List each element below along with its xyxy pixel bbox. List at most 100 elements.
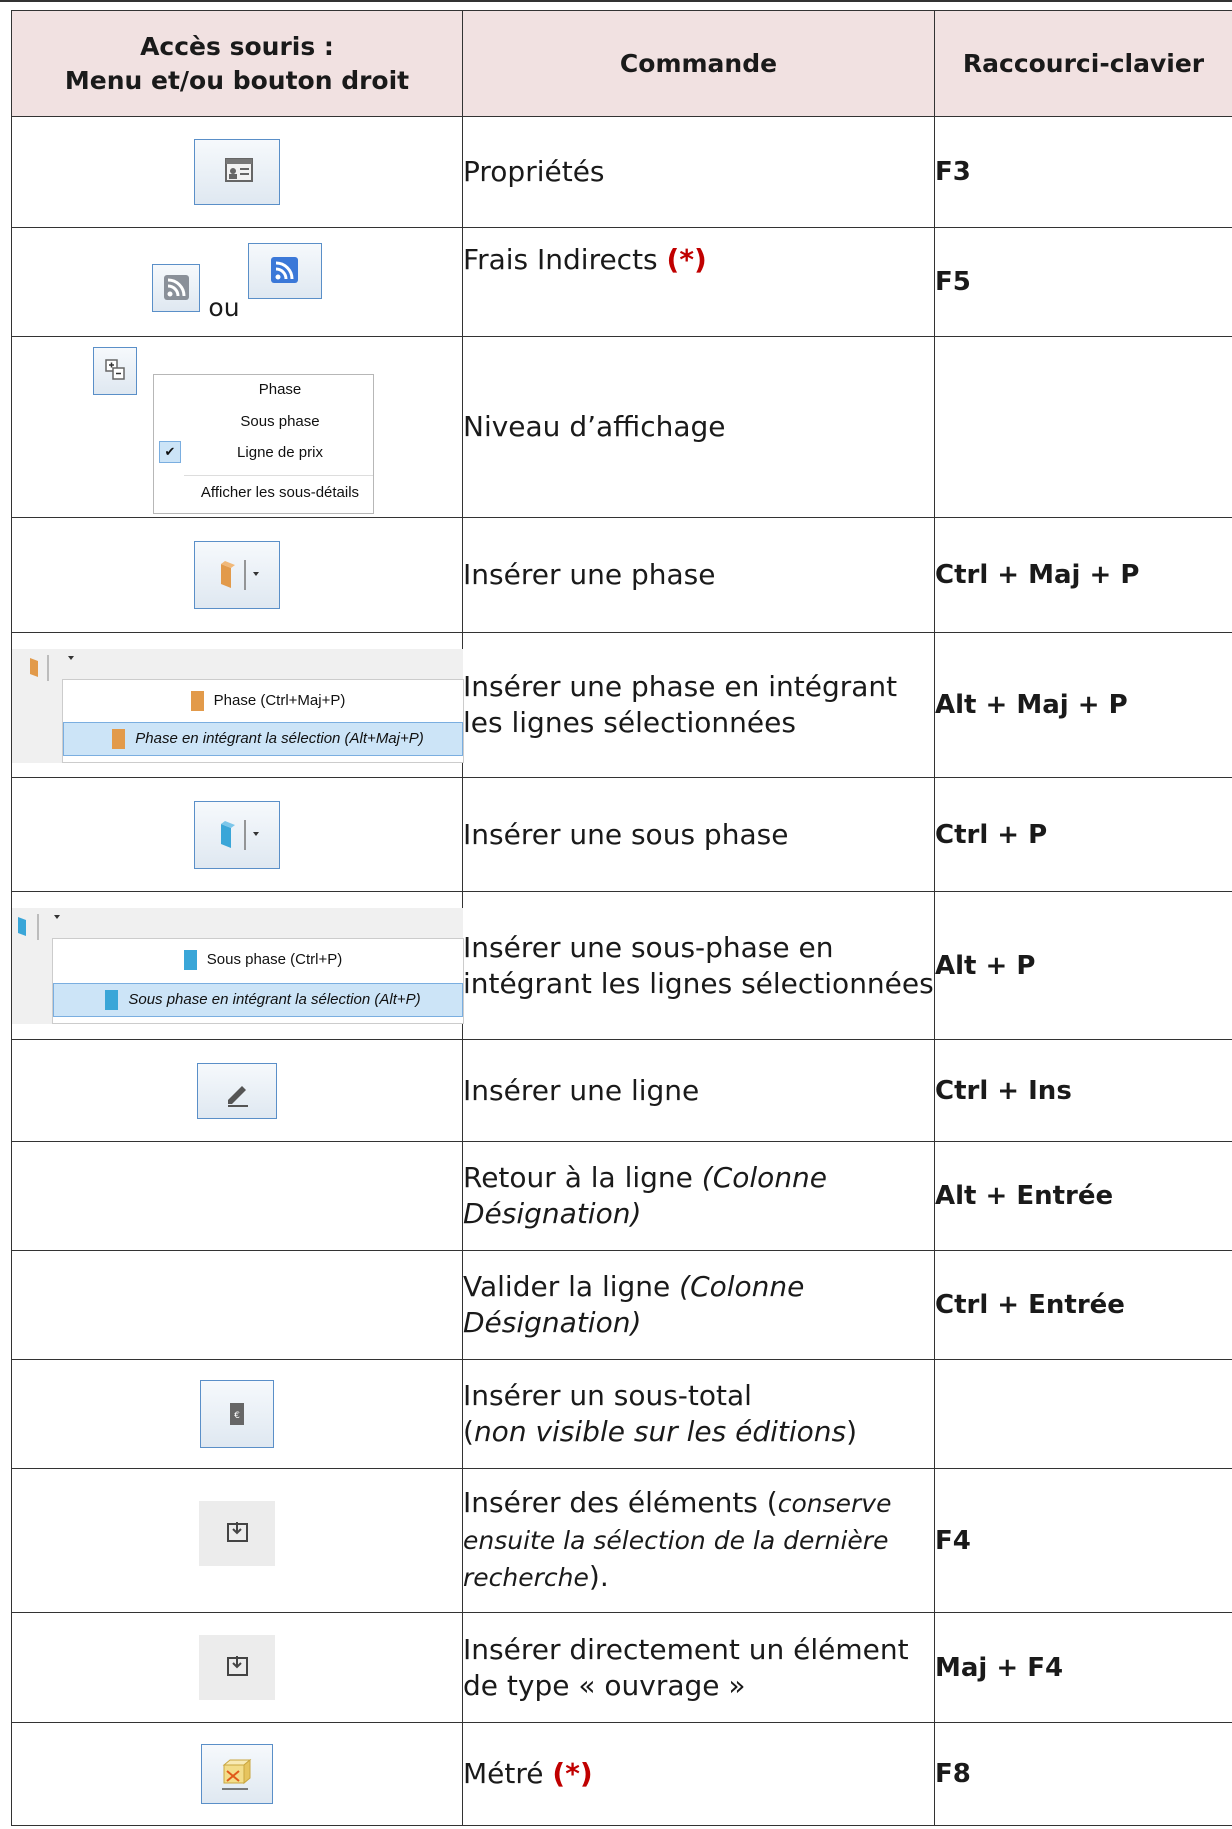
subphase-folder-icon: [183, 950, 197, 971]
command-cell: Propriétés: [462, 116, 935, 228]
command-cell: Insérer un sous-total (non visible sur le…: [462, 1359, 935, 1469]
menu-item-label: Sous phase (Ctrl+P): [206, 951, 343, 968]
shortcut-cell: Alt + Entrée: [934, 1141, 1232, 1251]
table-row: ou Frais Indirects (*) F5: [11, 227, 1232, 337]
or-label: ou: [208, 292, 240, 322]
asterisk-note: (*): [666, 243, 707, 276]
insert-ouvrage-button[interactable]: [199, 1635, 275, 1700]
table-row: € Insérer un sous-total (non visible sur …: [11, 1359, 1232, 1469]
command-text: Valider la ligne: [463, 1270, 680, 1303]
insert-subphase-button[interactable]: [194, 800, 280, 869]
insert-phase-button[interactable]: [194, 541, 280, 609]
rss-grey-button[interactable]: [152, 263, 201, 312]
menu-item-subphase-integrate[interactable]: Sous phase en intégrant la sélection (Al…: [53, 983, 463, 1017]
menu-item-afficher-sous-details[interactable]: Afficher les sous-détails: [154, 484, 373, 501]
shortcut-cell: Ctrl + Ins: [934, 1039, 1232, 1142]
command-text: Insérer directement un élément de type «…: [463, 1632, 909, 1702]
rss-blue-icon: [270, 256, 298, 283]
phase-dropdown-screenshot: Phase (Ctrl+Maj+P) Phase en intégrant la…: [12, 649, 464, 763]
pencil-icon: [228, 1085, 248, 1107]
command-cell: Insérer une phase en intégrant les ligne…: [462, 632, 935, 778]
command-text: Propriétés: [463, 155, 605, 188]
menu-item-phase[interactable]: Phase: [154, 381, 373, 398]
table-row: Phase Sous phase ✔ Ligne de prix Affiche…: [11, 336, 1232, 518]
metre-button[interactable]: [201, 1744, 273, 1804]
command-text: Retour à la ligne: [463, 1161, 702, 1194]
check-icon: ✔: [159, 441, 181, 463]
icon-cell: Phase (Ctrl+Maj+P) Phase en intégrant la…: [11, 632, 464, 778]
subphase-dropdown-menu: Sous phase (Ctrl+P) Sous phase en intégr…: [52, 938, 464, 1024]
menu-item-phase[interactable]: Phase (Ctrl+Maj+P): [63, 686, 463, 716]
asterisk-note: (*): [552, 1757, 593, 1790]
command-text: Insérer une sous phase: [463, 817, 789, 851]
command-cell: Niveau d’affichage: [462, 336, 935, 518]
icon-cell: Phase Sous phase ✔ Ligne de prix Affiche…: [11, 336, 463, 518]
insert-tray-icon: [227, 1656, 248, 1676]
menu-item-label: Phase (Ctrl+Maj+P): [213, 692, 346, 709]
menu-item-label: Sous phase en intégrant la sélection (Al…: [128, 991, 421, 1008]
table-header-row: Accès souris : Menu et/ou bouton droit C…: [11, 10, 1232, 117]
shortcut-cell: [934, 336, 1232, 518]
icon-cell: [11, 116, 463, 228]
metre-icon: [222, 1758, 252, 1790]
shortcut-cell: Ctrl + Entrée: [934, 1250, 1232, 1360]
command-cell: Insérer une phase: [462, 517, 935, 633]
properties-icon: [225, 158, 253, 182]
properties-button[interactable]: [194, 139, 280, 205]
command-cell: Insérer une sous phase: [462, 777, 935, 892]
note-open: (: [463, 1415, 474, 1448]
table-row: Métré (*) F8: [11, 1722, 1232, 1826]
icon-cell: [11, 1722, 463, 1826]
command-note: non visible sur les éditions: [473, 1415, 847, 1448]
icon-cell: [11, 1468, 463, 1613]
insert-tray-icon: [227, 1522, 248, 1542]
menu-item-sous-phase[interactable]: Sous phase (Ctrl+P): [53, 945, 463, 975]
table-row: Sous phase (Ctrl+P) Sous phase en intégr…: [11, 891, 1232, 1040]
shortcut-cell: Ctrl + Maj + P: [934, 517, 1232, 633]
command-text: Métré: [463, 1757, 553, 1790]
phase-integrate-icon: [112, 729, 126, 750]
table-row: Insérer une sous phase Ctrl + P: [11, 777, 1232, 892]
icon-cell: [11, 1250, 463, 1360]
insert-line-button[interactable]: [197, 1062, 277, 1119]
icon-cell: [11, 1612, 463, 1723]
note-close: ).: [588, 1560, 609, 1593]
rss-blue-button[interactable]: [247, 242, 322, 299]
command-text: Insérer une phase: [463, 558, 716, 591]
command-text: Niveau d’affichage: [463, 410, 726, 443]
menu-item-ligne-de-prix[interactable]: ✔ Ligne de prix: [154, 441, 373, 463]
command-cell: Insérer une ligne: [462, 1039, 935, 1142]
phase-dropdown-menu: Phase (Ctrl+Maj+P) Phase en intégrant la…: [62, 679, 464, 763]
table-row: Insérer directement un élément de type «…: [11, 1612, 1232, 1723]
header-shortcut: Raccourci-clavier: [934, 10, 1232, 117]
icon-cell: €: [11, 1359, 463, 1469]
header-mouse-access: Accès souris : Menu et/ou bouton droit: [11, 10, 463, 117]
icon-cell: [11, 517, 463, 633]
command-cell: Valider la ligne (Colonne Désignation): [462, 1250, 935, 1360]
insert-elements-button[interactable]: [199, 1501, 275, 1566]
note-close: ): [846, 1415, 858, 1448]
menu-item-phase-integrate[interactable]: Phase en intégrant la sélection (Alt+Maj…: [63, 722, 463, 756]
table-row: Insérer une phase Ctrl + Maj + P: [11, 517, 1232, 633]
subphase-dropdown-screenshot: Sous phase (Ctrl+P) Sous phase en intégr…: [12, 908, 464, 1024]
command-text: Insérer un sous-total: [463, 1379, 752, 1412]
display-level-icon: [105, 359, 125, 380]
menu-item-sous-phase[interactable]: Sous phase: [154, 413, 373, 430]
command-cell: Insérer directement un élément de type «…: [462, 1612, 935, 1723]
header-mouse-line1: Accès souris :: [140, 31, 334, 61]
insert-subtotal-button[interactable]: €: [200, 1380, 274, 1448]
shortcut-cell: F8: [934, 1722, 1232, 1826]
menu-divider: [184, 475, 373, 476]
display-level-menu: Phase Sous phase ✔ Ligne de prix Affiche…: [153, 374, 374, 514]
table-row: Insérer une ligne Ctrl + Ins: [11, 1039, 1232, 1142]
subphase-integrate-icon: [105, 990, 119, 1011]
command-text: Insérer une phase en intégrant les ligne…: [463, 670, 898, 739]
table-row: Retour à la ligne (Colonne Désignation) …: [11, 1141, 1232, 1251]
shortcuts-table: Accès souris : Menu et/ou bouton droit C…: [11, 10, 1232, 1826]
display-level-button[interactable]: [93, 347, 137, 395]
command-text: Insérer des éléments (: [463, 1486, 778, 1519]
command-cell: Insérer des éléments (conserve ensuite l…: [462, 1468, 935, 1613]
top-rule: [0, 0, 1232, 2]
svg-text:€: €: [234, 1411, 240, 1421]
table-row: Propriétés F3: [11, 116, 1232, 228]
